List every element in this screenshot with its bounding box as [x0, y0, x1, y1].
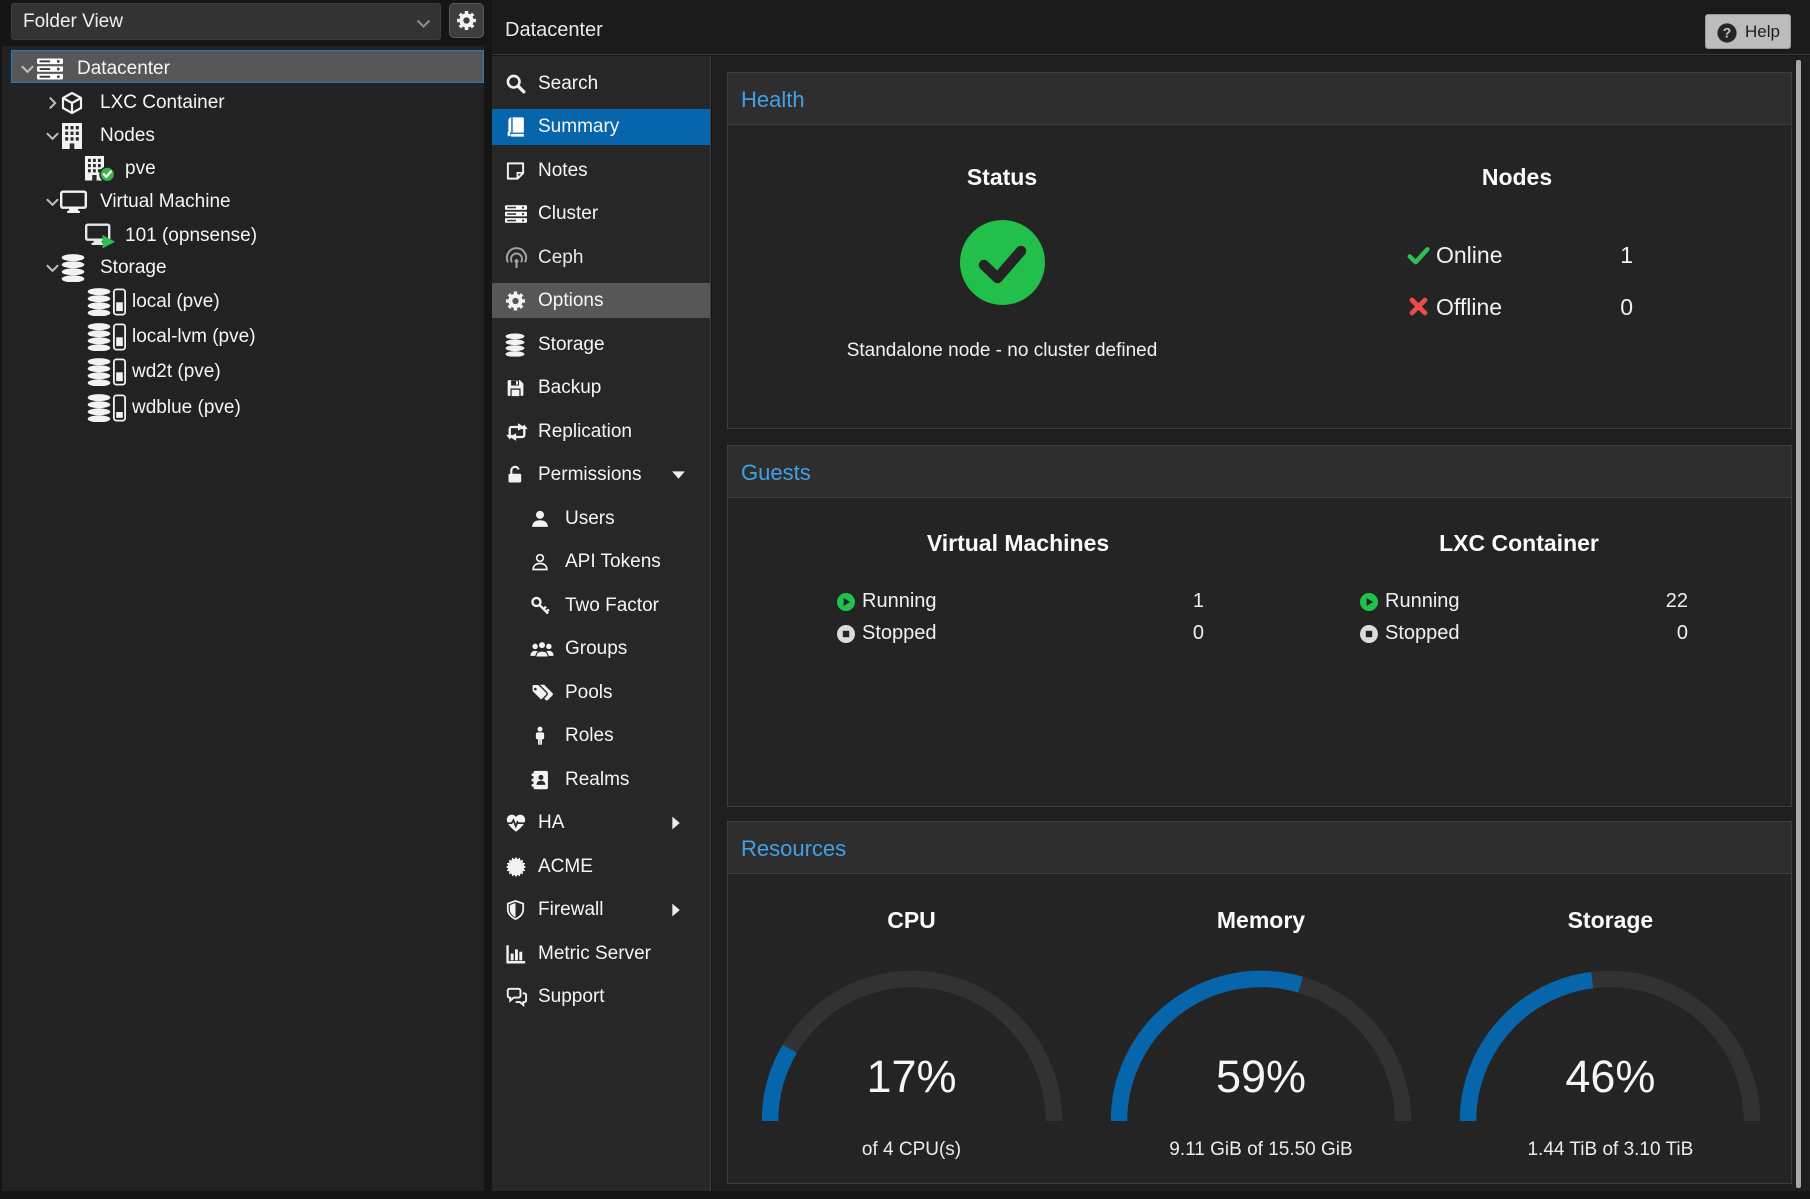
- svg-text:?: ?: [1723, 24, 1732, 40]
